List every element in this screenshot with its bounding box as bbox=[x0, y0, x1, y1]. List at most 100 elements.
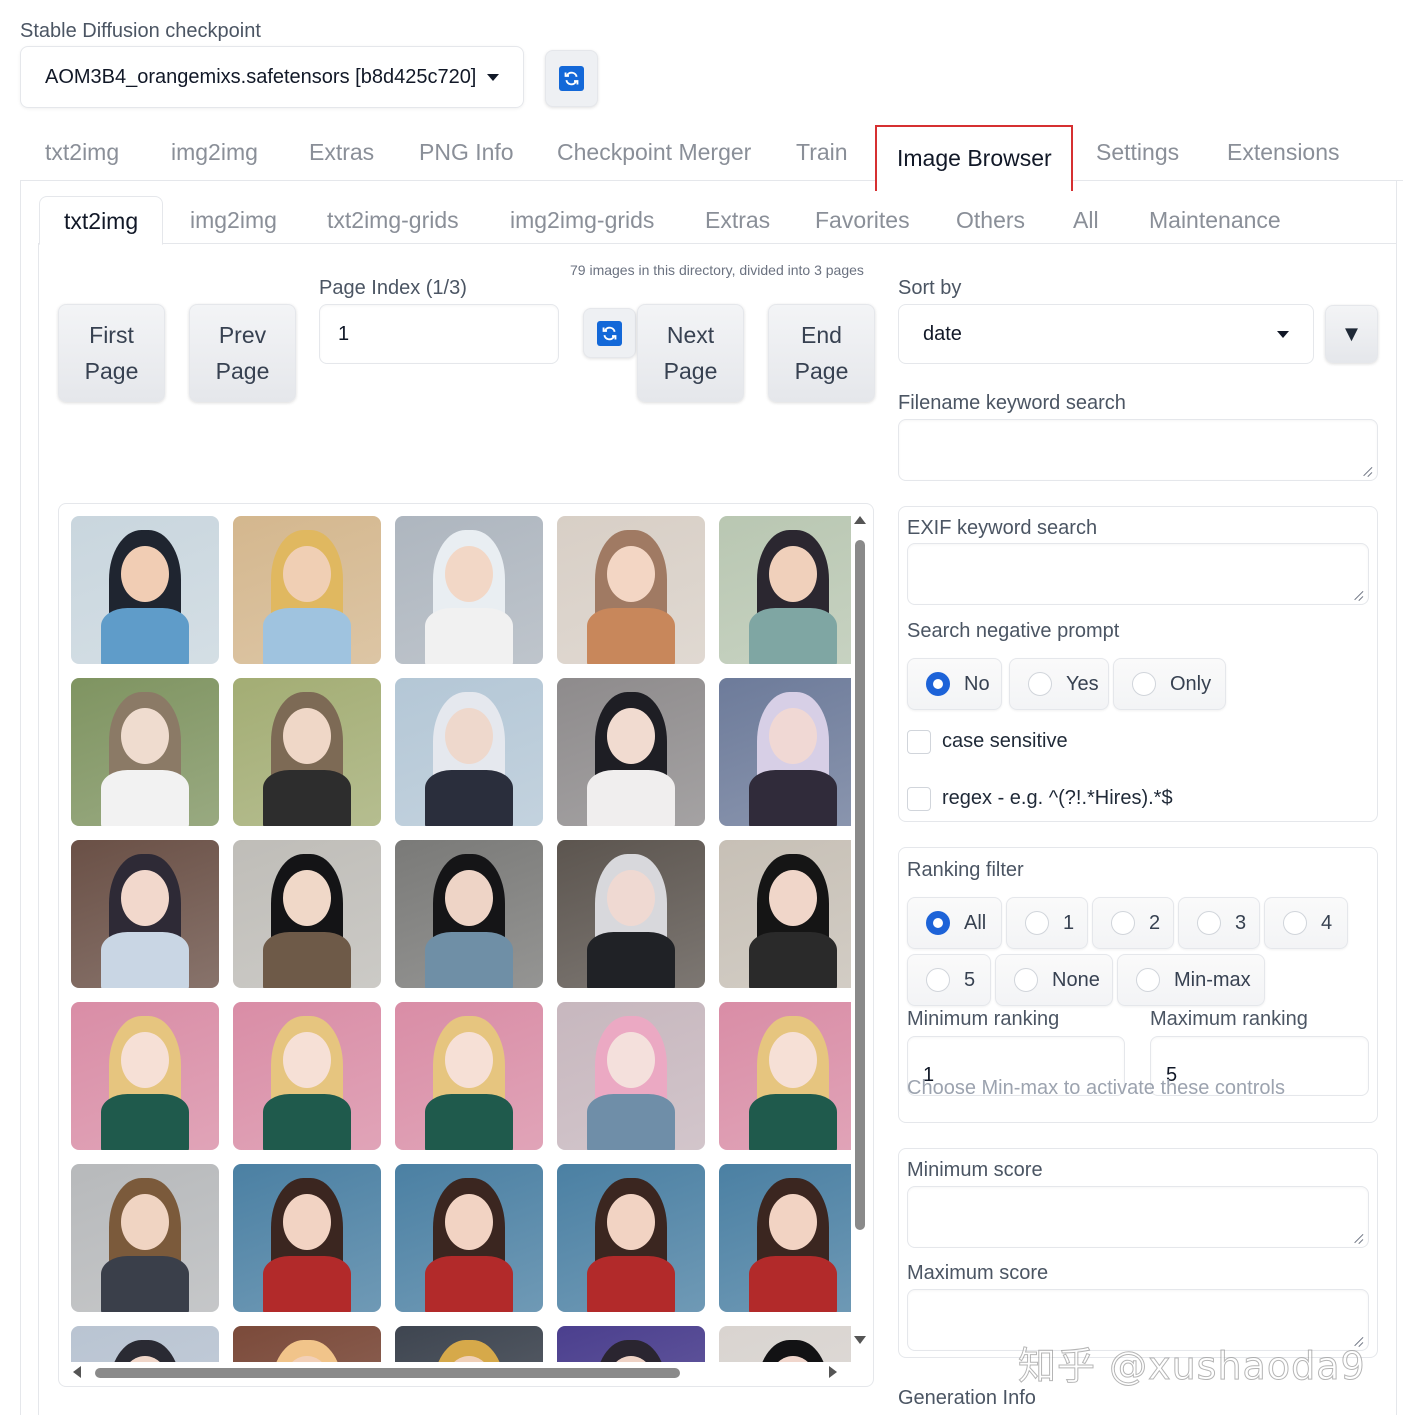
thumbnail-face bbox=[607, 708, 655, 764]
gallery-thumbnail[interactable] bbox=[557, 1164, 705, 1312]
case-sensitive-checkbox[interactable] bbox=[907, 730, 931, 754]
gallery-thumbnail[interactable] bbox=[395, 1326, 543, 1362]
vertical-scroll-thumb[interactable] bbox=[855, 540, 865, 1230]
gallery-thumbnail[interactable] bbox=[557, 840, 705, 988]
gallery-thumbnail[interactable] bbox=[233, 516, 381, 664]
directory-info: 79 images in this directory, divided int… bbox=[570, 262, 864, 278]
refresh-icon bbox=[559, 66, 584, 91]
subtab-extras[interactable]: Extras bbox=[705, 207, 770, 234]
subtab-txt2img[interactable]: txt2img bbox=[39, 196, 164, 245]
gallery-thumbnail[interactable] bbox=[233, 840, 381, 988]
thumbnail-body bbox=[587, 1094, 675, 1150]
gallery-thumbnail[interactable] bbox=[719, 1326, 851, 1362]
gallery-thumbnail[interactable] bbox=[71, 516, 219, 664]
gallery-thumbnail[interactable] bbox=[233, 1164, 381, 1312]
radio-label: Yes bbox=[1066, 672, 1099, 695]
chevron-down-icon bbox=[1277, 330, 1289, 338]
filename-search-input[interactable] bbox=[898, 419, 1378, 481]
sort-by-select[interactable]: date bbox=[898, 304, 1314, 364]
end-page-button[interactable]: End Page bbox=[768, 304, 875, 402]
ranking-all[interactable]: All bbox=[907, 897, 1002, 949]
ranking-none[interactable]: None bbox=[995, 954, 1113, 1006]
scroll-up-icon[interactable] bbox=[854, 516, 866, 524]
ranking-5[interactable]: 5 bbox=[907, 954, 991, 1006]
gallery-thumbnail[interactable] bbox=[395, 678, 543, 826]
subtab-others[interactable]: Others bbox=[956, 207, 1025, 234]
tab-png-info[interactable]: PNG Info bbox=[419, 139, 514, 166]
subtab-txt2img-grids[interactable]: txt2img-grids bbox=[327, 207, 459, 234]
thumbnail-body bbox=[749, 1094, 837, 1150]
exif-search-input[interactable] bbox=[907, 543, 1369, 605]
gallery-grid bbox=[71, 516, 851, 1362]
gallery-thumbnail[interactable] bbox=[557, 516, 705, 664]
tab-train[interactable]: Train bbox=[796, 139, 848, 166]
gallery-thumbnail[interactable] bbox=[557, 1326, 705, 1362]
min-score-input[interactable] bbox=[907, 1186, 1369, 1248]
checkpoint-select[interactable]: AOM3B4_orangemixs.safetensors [b8d425c72… bbox=[20, 46, 524, 108]
gallery-thumbnail[interactable] bbox=[71, 1164, 219, 1312]
prev-page-button[interactable]: Prev Page bbox=[189, 304, 296, 402]
tab-txt2img[interactable]: txt2img bbox=[45, 139, 119, 166]
resize-grip-icon[interactable] bbox=[1354, 1234, 1364, 1244]
gallery-thumbnail[interactable] bbox=[71, 1326, 219, 1362]
first-page-button[interactable]: First Page bbox=[58, 304, 165, 402]
ranking-4[interactable]: 4 bbox=[1264, 897, 1348, 949]
tab-extras[interactable]: Extras bbox=[309, 139, 374, 166]
negative-prompt-no[interactable]: No bbox=[907, 658, 1002, 710]
scroll-down-icon[interactable] bbox=[854, 1336, 866, 1344]
gallery-thumbnail[interactable] bbox=[233, 1326, 381, 1362]
scroll-left-icon[interactable] bbox=[73, 1366, 81, 1378]
radio-label: 5 bbox=[964, 968, 976, 991]
page-refresh-button[interactable] bbox=[583, 308, 636, 358]
ranking-min-max[interactable]: Min-max bbox=[1117, 954, 1265, 1006]
gallery-thumbnail[interactable] bbox=[719, 678, 851, 826]
tab-extensions[interactable]: Extensions bbox=[1227, 139, 1340, 166]
gallery-thumbnail[interactable] bbox=[557, 1002, 705, 1150]
tab-checkpoint-merger[interactable]: Checkpoint Merger bbox=[557, 139, 751, 166]
thumbnail-face bbox=[607, 870, 655, 926]
thumbnail-face bbox=[445, 1032, 493, 1088]
ranking-3[interactable]: 3 bbox=[1178, 897, 1260, 949]
regex-checkbox[interactable] bbox=[907, 787, 931, 811]
resize-grip-icon[interactable] bbox=[1363, 467, 1373, 477]
subtab-all[interactable]: All bbox=[1073, 207, 1099, 234]
gallery-thumbnail[interactable] bbox=[719, 516, 851, 664]
gallery-thumbnail[interactable] bbox=[395, 840, 543, 988]
radio-selected-icon bbox=[926, 672, 950, 696]
gallery-thumbnail[interactable] bbox=[395, 516, 543, 664]
scroll-right-icon[interactable] bbox=[829, 1366, 837, 1378]
ranking-2[interactable]: 2 bbox=[1092, 897, 1174, 949]
subtab-img2img[interactable]: img2img bbox=[190, 207, 277, 234]
gallery-thumbnail[interactable] bbox=[719, 1002, 851, 1150]
horizontal-scroll-thumb[interactable] bbox=[95, 1368, 680, 1378]
gallery-thumbnail[interactable] bbox=[719, 840, 851, 988]
next-page-button[interactable]: Next Page bbox=[637, 304, 744, 402]
gallery-thumbnail[interactable] bbox=[719, 1164, 851, 1312]
gallery-thumbnail[interactable] bbox=[233, 678, 381, 826]
horizontal-scrollbar[interactable] bbox=[71, 1364, 843, 1382]
gallery-thumbnail[interactable] bbox=[557, 678, 705, 826]
gallery-thumbnail[interactable] bbox=[395, 1002, 543, 1150]
gallery-thumbnail[interactable] bbox=[71, 840, 219, 988]
negative-prompt-yes[interactable]: Yes bbox=[1009, 658, 1109, 710]
tab-img2img[interactable]: img2img bbox=[171, 139, 258, 166]
subtab-maintenance[interactable]: Maintenance bbox=[1149, 207, 1281, 234]
gallery-thumbnail[interactable] bbox=[71, 1002, 219, 1150]
resize-grip-icon[interactable] bbox=[1354, 591, 1364, 601]
page-index-input[interactable]: 1 bbox=[319, 304, 559, 364]
subtab-img2img-grids[interactable]: img2img-grids bbox=[510, 207, 654, 234]
ranking-1[interactable]: 1 bbox=[1006, 897, 1088, 949]
vertical-scrollbar[interactable] bbox=[853, 516, 867, 1356]
ranking-hint: Choose Min-max to activate these control… bbox=[907, 1077, 1285, 1099]
checkpoint-refresh-button[interactable] bbox=[545, 50, 598, 107]
negative-prompt-only[interactable]: Only bbox=[1113, 658, 1226, 710]
sort-direction-button[interactable]: ▼ bbox=[1325, 305, 1378, 363]
gallery-thumbnail[interactable] bbox=[395, 1164, 543, 1312]
thumbnail-face bbox=[769, 1032, 817, 1088]
tab-settings[interactable]: Settings bbox=[1096, 139, 1179, 166]
gallery-thumbnail[interactable] bbox=[233, 1002, 381, 1150]
radio-icon bbox=[1028, 672, 1052, 696]
gallery-thumbnail[interactable] bbox=[71, 678, 219, 826]
radio-icon bbox=[1132, 672, 1156, 696]
subtab-favorites[interactable]: Favorites bbox=[815, 207, 910, 234]
